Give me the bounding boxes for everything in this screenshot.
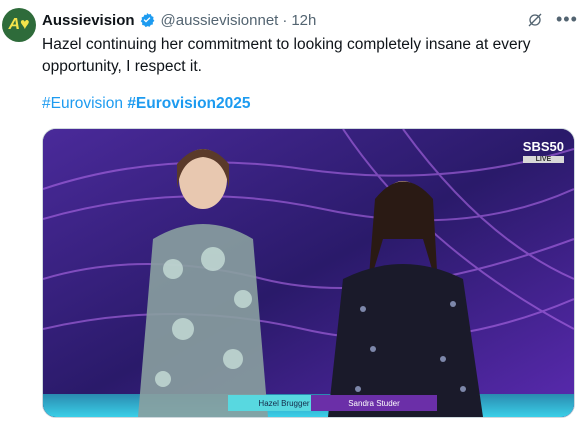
tweet-media[interactable]: SBS50 LIVE Hazel Brugger Sandra Studer bbox=[42, 128, 575, 418]
author-name[interactable]: Aussievision bbox=[42, 12, 135, 29]
tweet-text: Hazel continuing her commitment to looki… bbox=[42, 36, 531, 75]
avatar[interactable]: A♥ bbox=[2, 8, 36, 42]
broadcaster-logo: SBS50 LIVE bbox=[522, 139, 564, 163]
broadcaster-logo-sub: LIVE bbox=[522, 156, 564, 163]
tweet-header: Aussievision @aussievisionnet · 12h bbox=[42, 10, 582, 30]
hashtag-eurovision2025[interactable]: #Eurovision2025 bbox=[127, 95, 250, 112]
lower-third-right: Sandra Studer bbox=[311, 395, 437, 411]
aussievision-logo-icon: A♥ bbox=[8, 16, 30, 33]
hashtag-eurovision[interactable]: #Eurovision bbox=[42, 95, 123, 112]
author-handle[interactable]: @aussievisionnet bbox=[161, 12, 279, 29]
separator-dot: · bbox=[282, 11, 288, 29]
hashtags: #Eurovision #Eurovision2025 bbox=[42, 94, 251, 114]
more-options-icon[interactable]: ••• bbox=[556, 10, 577, 28]
media-image bbox=[43, 129, 574, 417]
tweet-time[interactable]: 12h bbox=[291, 12, 316, 29]
verified-badge-icon bbox=[140, 13, 154, 28]
broadcaster-logo-text: SBS50 bbox=[522, 139, 564, 154]
grok-icon[interactable] bbox=[527, 12, 543, 28]
